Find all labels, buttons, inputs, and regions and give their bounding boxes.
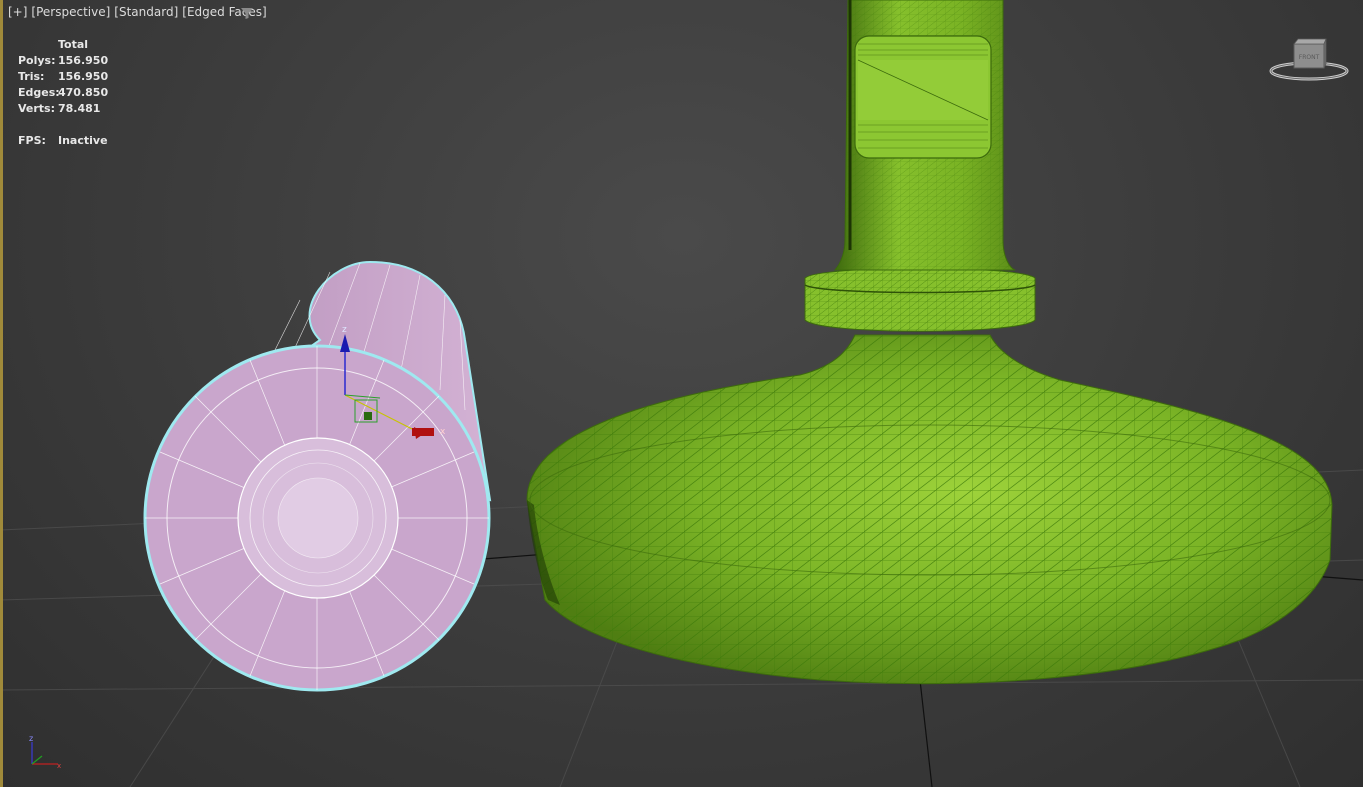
- stats-row-verts: Verts: 78.481: [18, 102, 101, 115]
- stats-header: Total: [58, 38, 89, 51]
- viewcube-icon[interactable]: FRONT: [1268, 38, 1352, 86]
- green-collar-ring: [804, 267, 1036, 332]
- selected-cylinder-object: [143, 260, 492, 692]
- viewport-point-of-view-menu[interactable]: [Perspective]: [31, 5, 110, 19]
- stats-row-tris: Tris: 156.950: [18, 70, 109, 83]
- viewport-rendering-method-menu[interactable]: [Standard]: [114, 5, 178, 19]
- viewport-general-menu[interactable]: [+]: [8, 5, 27, 19]
- viewport-label-menu[interactable]: [+] [Perspective] [Standard] [Edged Faces]: [8, 5, 271, 19]
- active-viewport-border: [0, 0, 3, 787]
- filter-icon[interactable]: [240, 6, 254, 20]
- stats-row-polys: Polys: 156.950: [18, 54, 109, 67]
- svg-text:z: z: [29, 734, 33, 743]
- stats-row-fps: FPS: Inactive: [18, 134, 108, 147]
- svg-text:z: z: [342, 325, 347, 335]
- viewcube-face-label[interactable]: FRONT: [1299, 54, 1320, 61]
- axis-tripod-icon: z x: [29, 734, 61, 770]
- perspective-viewport[interactable]: z x [+] [Perspective] [Standard] [Edged Fac…: [0, 0, 1363, 787]
- svg-text:x: x: [440, 427, 446, 437]
- scene-canvas[interactable]: z x: [0, 0, 1363, 787]
- statistics-overlay: Total Polys: 156.950 Tris: 156.950 Edges: 4…: [18, 37, 108, 149]
- stats-row-edges: Edges: 470.850: [18, 86, 109, 99]
- green-base-object: [526, 334, 1333, 685]
- green-stem: [833, 0, 1016, 271]
- svg-text:x: x: [57, 762, 61, 770]
